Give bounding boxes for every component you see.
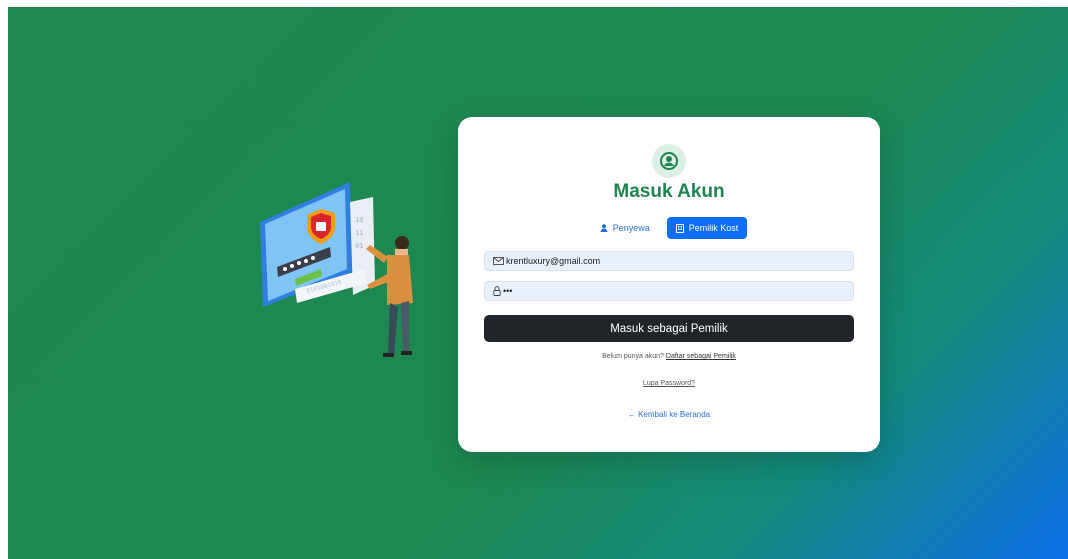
login-card: Masuk Akun Penyewa Pemilik Kost krentlux… [458, 117, 880, 452]
register-link[interactable]: Daftar sebagai Pemilik [666, 353, 736, 360]
tab-penyewa[interactable]: Penyewa [591, 217, 659, 239]
user-circle-icon [660, 152, 678, 170]
role-tabs: Penyewa Pemilik Kost [458, 217, 880, 239]
building-icon [675, 223, 684, 233]
avatar [652, 144, 686, 178]
user-icon [600, 224, 608, 232]
password-value: ••• [503, 286, 513, 296]
password-field[interactable]: ••• [484, 281, 854, 301]
submit-login-button[interactable]: Masuk sebagai Pemilik [484, 315, 854, 342]
register-prompt: Belum punya akun? [602, 353, 664, 360]
svg-text:01: 01 [355, 242, 363, 250]
tab-pemilik-kost[interactable]: Pemilik Kost [666, 217, 748, 239]
page-title: Masuk Akun [613, 181, 725, 202]
forgot-password-link[interactable]: Lupa Password? [458, 380, 880, 387]
email-field[interactable]: krentluxury@gmail.com [484, 251, 854, 271]
svg-text:10: 10 [355, 216, 363, 224]
email-value: krentluxury@gmail.com [506, 256, 601, 266]
envelope-icon [493, 257, 504, 265]
back-to-home-link[interactable]: ← Kembali ke Beranda [458, 410, 880, 419]
page-background: 10 11 01 0101001010 Masuk Akun Penyewa P… [8, 7, 1068, 559]
security-login-illustration: 10 11 01 0101001010 [260, 182, 413, 357]
register-prompt-line: Belum punya akun? Daftar sebagai Pemilik [458, 353, 880, 360]
lock-icon [493, 286, 501, 296]
svg-text:11: 11 [355, 229, 363, 237]
tab-penyewa-label: Penyewa [612, 223, 650, 233]
tab-pemilik-kost-label: Pemilik Kost [688, 223, 739, 233]
